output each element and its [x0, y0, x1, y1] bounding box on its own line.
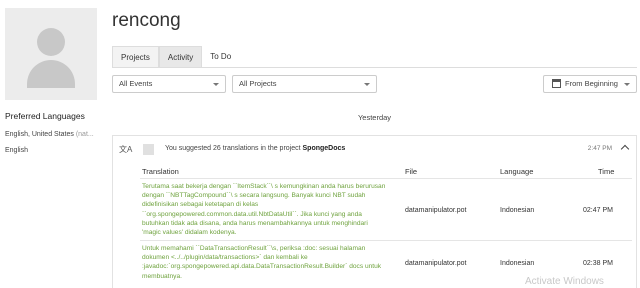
row-time: 02:47 PM: [583, 207, 613, 214]
calendar-icon: [552, 78, 561, 88]
translation-text[interactable]: Terutama saat bekerja dengan ``ItemStack…: [142, 182, 388, 237]
translation-text[interactable]: Untuk memahami ``DataTransactionResult``…: [142, 244, 388, 281]
profile-tabs: Projects Activity To Do: [112, 46, 637, 68]
projects-filter-select[interactable]: All Projects: [232, 75, 377, 93]
tab-projects[interactable]: Projects: [112, 46, 159, 67]
tab-activity[interactable]: Activity: [158, 46, 203, 67]
language-note: (nat...: [75, 131, 94, 138]
divider: [140, 178, 632, 179]
summary-text: You suggested 26 translations in the pro…: [165, 145, 301, 152]
events-filter-select[interactable]: All Events: [112, 75, 226, 93]
language-value: Indonesian: [500, 260, 535, 267]
username-heading: rencong: [112, 10, 181, 31]
activity-panel: 文A You suggested 26 translations in the …: [112, 135, 637, 288]
preferred-languages-title: Preferred Languages: [5, 111, 85, 121]
chevron-down-icon: [213, 83, 219, 86]
order-select-button[interactable]: From Beginning: [543, 75, 637, 93]
divider: [140, 240, 632, 241]
order-value: From Beginning: [565, 79, 618, 88]
language-name: English, United States: [5, 131, 74, 138]
events-filter-value: All Events: [119, 79, 153, 88]
activity-header[interactable]: 文A You suggested 26 translations in the …: [113, 136, 636, 162]
activity-time: 2:47 PM: [587, 145, 612, 152]
activation-watermark: Activate Windows: [525, 276, 604, 287]
day-group-label: Yesterday: [357, 113, 392, 122]
language-name: English: [5, 147, 28, 154]
chevron-down-icon: [364, 83, 370, 86]
file-name: datamanipulator.pot: [405, 260, 467, 267]
tab-todo[interactable]: To Do: [202, 46, 239, 67]
column-header-language: Language: [500, 167, 534, 176]
column-header-file: File: [405, 167, 418, 176]
row-time: 02:38 PM: [583, 260, 613, 267]
column-header-translation: Translation: [142, 167, 179, 176]
project-name: SpongeDocs: [302, 145, 346, 152]
column-header-time: Time: [598, 167, 615, 176]
preferred-language-item: English: [5, 147, 28, 154]
language-value: Indonesian: [500, 207, 535, 214]
projects-filter-value: All Projects: [239, 79, 277, 88]
activity-summary: You suggested 26 translations in the pro…: [165, 145, 345, 152]
chevron-down-icon: [624, 83, 630, 86]
avatar-head-shape: [37, 28, 65, 56]
user-avatar: [5, 8, 97, 100]
user-avatar-small: [143, 144, 154, 155]
chevron-up-icon[interactable]: [620, 144, 630, 154]
translate-icon: 文A: [119, 145, 133, 154]
preferred-language-item: English, United States (nat...: [5, 131, 94, 138]
file-name: datamanipulator.pot: [405, 207, 467, 214]
avatar-body-shape: [27, 60, 75, 88]
